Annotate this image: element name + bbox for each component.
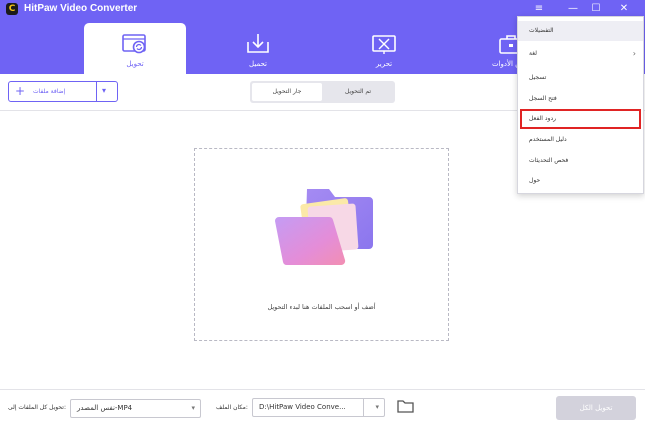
minimize-icon[interactable]: — — [566, 2, 580, 16]
tab-edit-label: تحرير — [375, 60, 393, 68]
conversion-status-toggle: جار التحويل تم التحويل — [250, 81, 395, 103]
tab-download-label: تحميل — [249, 60, 267, 68]
hamburger-menu-icon[interactable]: ≡ — [532, 2, 546, 16]
plus-icon: + — [15, 84, 26, 98]
button-divider — [96, 82, 97, 101]
chevron-right-icon: › — [632, 49, 636, 58]
chevron-down-icon: ▾ — [191, 404, 195, 412]
tab-download[interactable]: تحميل — [207, 23, 309, 74]
tab-convert-label: تحويل — [126, 60, 144, 68]
file-drop-zone[interactable]: أضف أو اسحب الملفات هنا لبدء التحويل — [194, 148, 449, 341]
menu-item-user-guide[interactable]: دليل المستخدم — [518, 130, 643, 150]
menu-item-feedback[interactable]: ردود الفعل — [520, 109, 641, 129]
add-files-label: إضافة ملفات — [33, 88, 66, 95]
menu-item-preferences[interactable]: التفضيلات — [518, 21, 643, 41]
chevron-down-icon[interactable]: ▾ — [375, 399, 379, 416]
convert-all-button[interactable]: تحويل الكل — [556, 396, 636, 420]
add-files-dropdown-icon[interactable]: ▾ — [102, 86, 106, 95]
drop-hint-text: أضف أو اسحب الملفات هنا لبدء التحويل — [267, 303, 376, 311]
tab-converting[interactable]: جار التحويل — [252, 83, 322, 101]
menu-item-language[interactable]: لغة › — [518, 44, 643, 64]
edit-icon — [372, 35, 396, 54]
open-folder-icon[interactable] — [397, 399, 414, 413]
app-title: HitPaw Video Converter — [24, 3, 138, 14]
app-logo-icon: C — [6, 3, 18, 15]
menu-item-language-label: لغة — [529, 50, 537, 57]
output-format-value: نفس المصدر-MP4 — [77, 404, 133, 412]
convert-all-to-label: تحويل كل الملفات إلى: — [8, 404, 66, 411]
menu-item-check-updates[interactable]: فحص التحديثات — [518, 151, 643, 171]
menu-item-register[interactable]: تسجيل — [518, 68, 643, 88]
save-location-label: مكان الملف: — [216, 404, 248, 411]
menu-item-about[interactable]: حول — [518, 171, 643, 191]
tab-edit[interactable]: تحرير — [333, 23, 435, 74]
folder-icon — [275, 189, 373, 266]
convert-icon — [122, 34, 146, 54]
close-icon[interactable]: ✕ — [617, 2, 631, 16]
tab-convert[interactable]: تحويل — [84, 23, 186, 74]
select-divider — [363, 399, 364, 416]
add-files-button[interactable]: + إضافة ملفات ▾ — [8, 81, 118, 102]
save-path-select[interactable]: D:\HitPaw Video Conve... ▾ — [252, 398, 385, 417]
main-menu: التفضيلات لغة › تسجيل فتح السجل ردود الف… — [517, 16, 644, 194]
download-icon — [247, 34, 269, 53]
save-path-value: D:\HitPaw Video Conve... — [259, 403, 346, 411]
output-format-select[interactable]: نفس المصدر-MP4 ▾ — [70, 399, 201, 418]
menu-item-open-log[interactable]: فتح السجل — [518, 89, 643, 109]
footer-divider — [0, 389, 645, 390]
maximize-icon[interactable]: ☐ — [589, 2, 603, 16]
tab-converted[interactable]: تم التحويل — [323, 83, 393, 101]
